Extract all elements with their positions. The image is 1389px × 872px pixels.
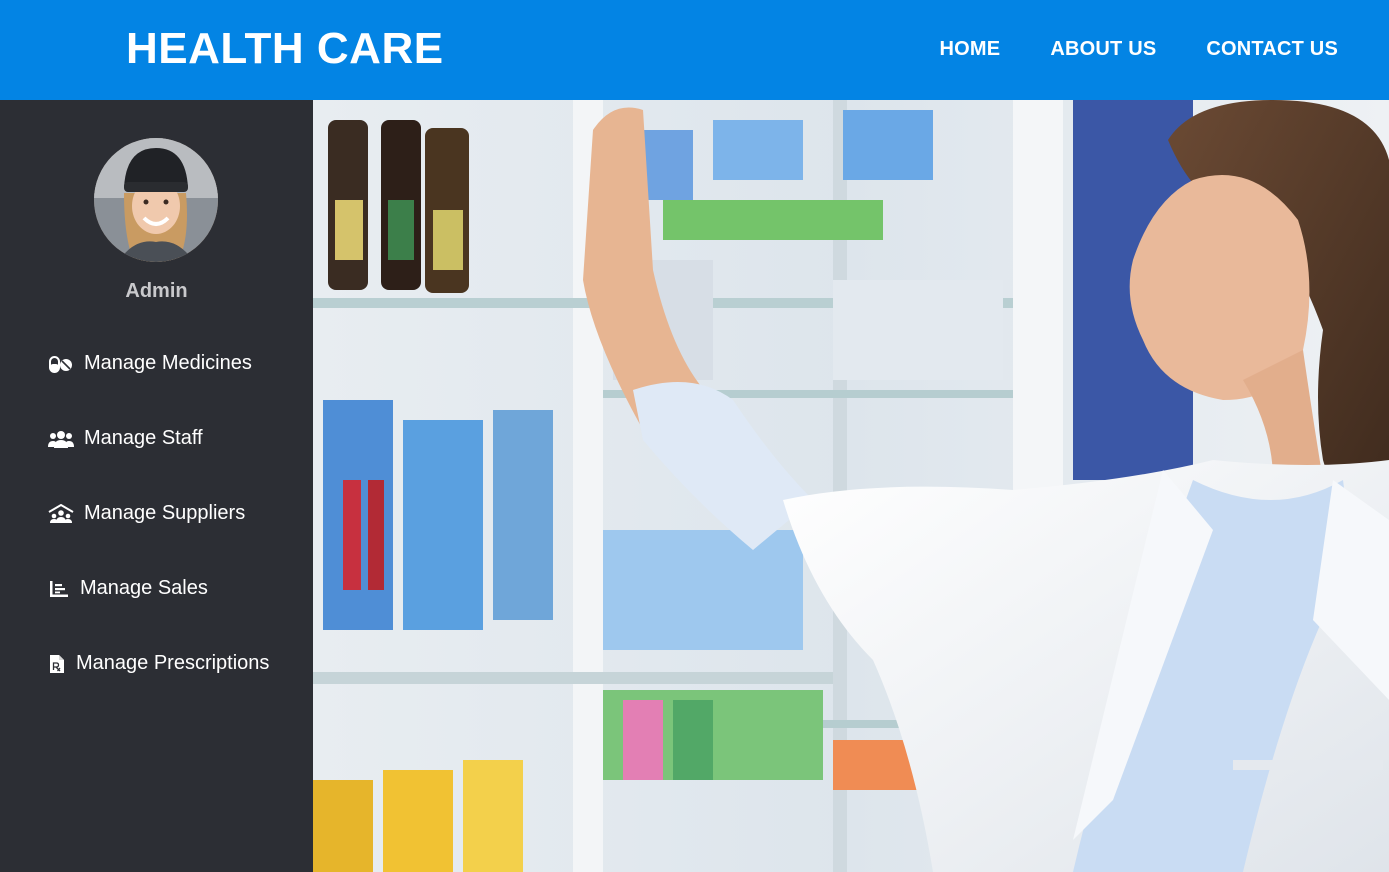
sidebar-item-label: Manage Sales xyxy=(80,577,208,599)
pills-icon xyxy=(48,353,74,375)
hero-image xyxy=(313,100,1389,872)
list-chart-icon xyxy=(48,578,70,600)
sidebar-item-prescriptions[interactable]: Manage Prescriptions xyxy=(48,652,269,675)
brand-title[interactable]: HEALTH CARE xyxy=(126,24,444,74)
sidebar-item-staff[interactable]: Manage Staff xyxy=(48,427,203,450)
nav-home-link[interactable]: HOME xyxy=(940,38,1001,61)
nav-about-link[interactable]: ABOUT US xyxy=(1050,38,1156,61)
sidebar-item-label: Manage Suppliers xyxy=(84,502,246,524)
avatar-image xyxy=(94,138,218,262)
sidebar: Admin Manage Medicines Manage Staff Mana… xyxy=(0,100,313,872)
sidebar-item-suppliers[interactable]: Manage Suppliers xyxy=(48,502,245,525)
supplier-icon xyxy=(48,503,74,525)
user-role-label: Admin xyxy=(125,280,188,302)
avatar xyxy=(94,138,218,262)
sidebar-item-label: Manage Prescriptions xyxy=(76,652,270,674)
top-navbar: HEALTH CARE HOME ABOUT US CONTACT US xyxy=(0,0,1389,100)
sidebar-item-sales[interactable]: Manage Sales xyxy=(48,577,208,600)
sidebar-item-label: Manage Medicines xyxy=(84,352,252,374)
main-nav: HOME ABOUT US CONTACT US xyxy=(940,38,1338,61)
sidebar-item-medicines[interactable]: Manage Medicines xyxy=(48,352,252,375)
sidebar-item-label: Manage Staff xyxy=(84,427,203,449)
users-icon xyxy=(48,428,74,450)
nav-contact-link[interactable]: CONTACT US xyxy=(1206,38,1338,61)
prescription-icon xyxy=(48,653,66,675)
pharmacy-photo xyxy=(313,100,1389,872)
